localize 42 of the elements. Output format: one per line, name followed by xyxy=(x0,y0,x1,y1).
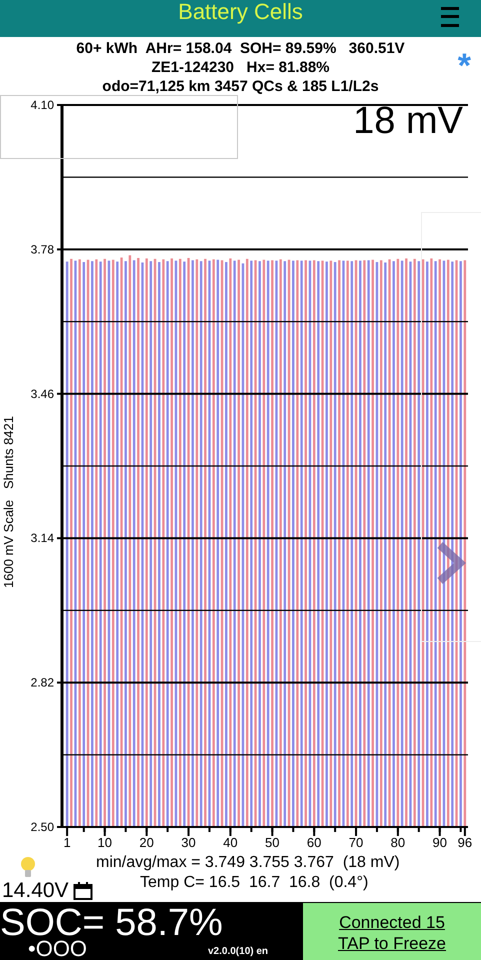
stat-line: Temp C= 16.5 16.7 16.8 (0.4°) xyxy=(140,873,368,893)
tick-mark xyxy=(104,827,106,836)
axis-label: 96 xyxy=(458,835,472,850)
tick-mark xyxy=(464,827,466,836)
tick-mark xyxy=(396,827,399,836)
axis-label: 80 xyxy=(390,835,406,850)
axis-label: 50 xyxy=(265,835,280,850)
page-indicator: •OOO xyxy=(28,938,88,960)
menu-icon[interactable] xyxy=(439,6,461,28)
tick-mark xyxy=(355,827,358,836)
voltage-reading: 14.40V xyxy=(2,880,69,902)
axis-label: 4.10 xyxy=(30,98,54,112)
axis-label: 70 xyxy=(348,835,364,850)
stat-line: min/avg/max = 3.749 3.755 3.767 (18 mV) xyxy=(96,853,400,873)
tick-mark xyxy=(146,827,148,836)
tick-mark xyxy=(271,827,274,836)
spread-reading: 18 mV xyxy=(353,101,463,141)
axis-label: 90 xyxy=(432,835,448,850)
axis-label: 10 xyxy=(98,835,112,850)
freeze-button[interactable]: Connected 15 TAP to Freeze xyxy=(303,903,481,960)
axis-label: 2.82 xyxy=(30,676,54,690)
axis-label: 3.78 xyxy=(30,242,54,256)
page-title: Battery Cells xyxy=(178,2,303,22)
axis-title: 1600 mV Scale Shunts 8421 xyxy=(1,416,16,588)
axis-label: 30 xyxy=(181,835,196,850)
version-label: v2.0.0(10) en xyxy=(208,946,268,957)
info-line: odo=71,125 km 3457 QCs & 185 L1/L2s xyxy=(102,77,379,96)
tick-mark xyxy=(313,827,316,836)
tick-mark xyxy=(188,827,190,836)
axis-label: 3.46 xyxy=(30,386,54,401)
tick-mark xyxy=(229,827,232,836)
info-line: ZE1-124230 Hx= 81.88% xyxy=(151,58,330,77)
info-line: 60+ kWh AHr= 158.04 SOH= 89.59% 360.51V xyxy=(76,39,405,58)
axis-label: 3.14 xyxy=(30,531,54,546)
axis-label: 40 xyxy=(223,835,238,850)
axis-label: 20 xyxy=(139,835,154,850)
soc-reading: SOC= 58.7% xyxy=(0,905,223,941)
tick-mark xyxy=(438,827,441,836)
calendar-icon[interactable] xyxy=(72,881,93,901)
axis-label: 2.50 xyxy=(30,820,54,834)
axis-label: 60 xyxy=(306,835,322,850)
axis-label: 1 xyxy=(63,835,71,850)
